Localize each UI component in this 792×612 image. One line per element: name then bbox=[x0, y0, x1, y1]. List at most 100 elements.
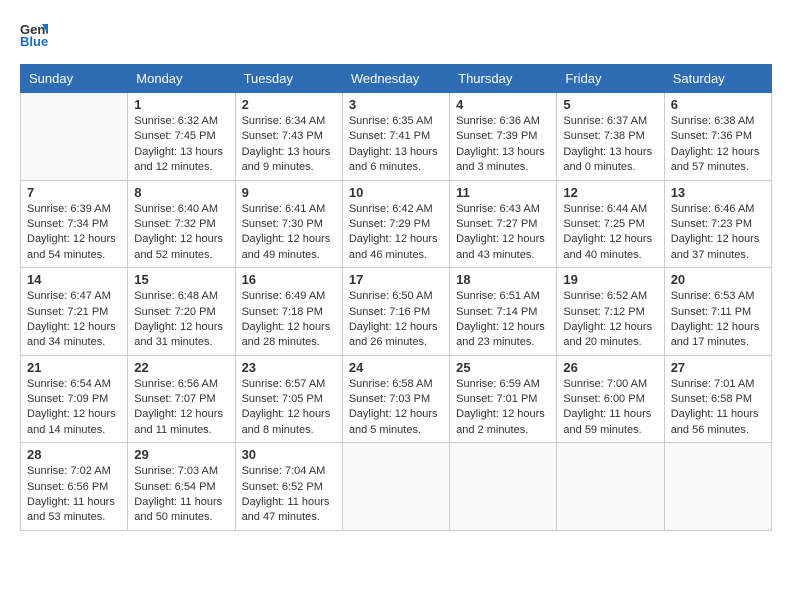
calendar-cell: 11 Sunrise: 6:43 AMSunset: 7:27 PMDayligh… bbox=[450, 180, 557, 268]
day-info: Sunrise: 6:32 AMSunset: 7:45 PMDaylight:… bbox=[134, 114, 228, 176]
day-info: Sunrise: 6:37 AMSunset: 7:38 PMDaylight:… bbox=[563, 114, 657, 176]
day-info: Sunrise: 6:48 AMSunset: 7:20 PMDaylight:… bbox=[134, 289, 228, 351]
day-info: Sunrise: 6:47 AMSunset: 7:21 PMDaylight:… bbox=[27, 289, 121, 351]
day-info: Sunrise: 6:43 AMSunset: 7:27 PMDaylight:… bbox=[456, 202, 550, 264]
calendar-cell bbox=[342, 443, 449, 531]
day-number: 12 bbox=[563, 185, 657, 200]
calendar-cell: 21 Sunrise: 6:54 AMSunset: 7:09 PMDayligh… bbox=[21, 355, 128, 443]
day-info: Sunrise: 6:57 AMSunset: 7:05 PMDaylight:… bbox=[242, 377, 336, 439]
calendar-cell: 28 Sunrise: 7:02 AMSunset: 6:56 PMDayligh… bbox=[21, 443, 128, 531]
calendar-cell: 12 Sunrise: 6:44 AMSunset: 7:25 PMDayligh… bbox=[557, 180, 664, 268]
day-number: 29 bbox=[134, 447, 228, 462]
day-info: Sunrise: 7:01 AMSunset: 6:58 PMDaylight:… bbox=[671, 377, 765, 439]
day-info: Sunrise: 6:53 AMSunset: 7:11 PMDaylight:… bbox=[671, 289, 765, 351]
day-info: Sunrise: 6:44 AMSunset: 7:25 PMDaylight:… bbox=[563, 202, 657, 264]
calendar-cell: 3 Sunrise: 6:35 AMSunset: 7:41 PMDaylight… bbox=[342, 93, 449, 181]
calendar-cell: 18 Sunrise: 6:51 AMSunset: 7:14 PMDayligh… bbox=[450, 268, 557, 356]
calendar-week-3: 14 Sunrise: 6:47 AMSunset: 7:21 PMDayligh… bbox=[21, 268, 772, 356]
calendar-cell: 5 Sunrise: 6:37 AMSunset: 7:38 PMDaylight… bbox=[557, 93, 664, 181]
calendar-cell: 16Sunrise: 6:49 AMSunset: 7:18 PMDayligh… bbox=[235, 268, 342, 356]
day-info: Sunrise: 6:35 AMSunset: 7:41 PMDaylight:… bbox=[349, 114, 443, 176]
day-number: 19 bbox=[563, 272, 657, 287]
day-number: 14 bbox=[27, 272, 121, 287]
day-info: Sunrise: 6:39 AMSunset: 7:34 PMDaylight:… bbox=[27, 202, 121, 264]
day-number: 15 bbox=[134, 272, 228, 287]
calendar-cell bbox=[664, 443, 771, 531]
calendar-cell: 8Sunrise: 6:40 AMSunset: 7:32 PMDaylight… bbox=[128, 180, 235, 268]
day-number: 4 bbox=[456, 97, 550, 112]
calendar-cell: 30 Sunrise: 7:04 AMSunset: 6:52 PMDayligh… bbox=[235, 443, 342, 531]
day-info: Sunrise: 6:52 AMSunset: 7:12 PMDaylight:… bbox=[563, 289, 657, 351]
calendar-cell: 10 Sunrise: 6:42 AMSunset: 7:29 PMDayligh… bbox=[342, 180, 449, 268]
day-number: 28 bbox=[27, 447, 121, 462]
weekday-header-thursday: Thursday bbox=[450, 65, 557, 93]
day-number: 7 bbox=[27, 185, 121, 200]
day-number: 24 bbox=[349, 360, 443, 375]
calendar-cell: 9 Sunrise: 6:41 AMSunset: 7:30 PMDaylight… bbox=[235, 180, 342, 268]
calendar-cell: 15 Sunrise: 6:48 AMSunset: 7:20 PMDayligh… bbox=[128, 268, 235, 356]
day-number: 3 bbox=[349, 97, 443, 112]
day-info: Sunrise: 7:03 AMSunset: 6:54 PMDaylight:… bbox=[134, 464, 228, 526]
day-info: Sunrise: 7:04 AMSunset: 6:52 PMDaylight:… bbox=[242, 464, 336, 526]
day-info: Sunrise: 6:36 AMSunset: 7:39 PMDaylight:… bbox=[456, 114, 550, 176]
calendar-cell: 2 Sunrise: 6:34 AMSunset: 7:43 PMDaylight… bbox=[235, 93, 342, 181]
day-info: Sunrise: 6:50 AMSunset: 7:16 PMDaylight:… bbox=[349, 289, 443, 351]
logo: General Blue bbox=[20, 20, 52, 48]
calendar-cell: 24 Sunrise: 6:58 AMSunset: 7:03 PMDayligh… bbox=[342, 355, 449, 443]
calendar-cell: 19 Sunrise: 6:52 AMSunset: 7:12 PMDayligh… bbox=[557, 268, 664, 356]
day-number: 20 bbox=[671, 272, 765, 287]
day-number: 1 bbox=[134, 97, 228, 112]
day-info: Sunrise: 6:51 AMSunset: 7:14 PMDaylight:… bbox=[456, 289, 550, 351]
calendar-cell: 7 Sunrise: 6:39 AMSunset: 7:34 PMDaylight… bbox=[21, 180, 128, 268]
day-number: 23 bbox=[242, 360, 336, 375]
calendar-cell: 17 Sunrise: 6:50 AMSunset: 7:16 PMDayligh… bbox=[342, 268, 449, 356]
day-number: 22 bbox=[134, 360, 228, 375]
logo-icon: General Blue bbox=[20, 20, 48, 48]
weekday-header-wednesday: Wednesday bbox=[342, 65, 449, 93]
day-info: Sunrise: 6:46 AMSunset: 7:23 PMDaylight:… bbox=[671, 202, 765, 264]
calendar-cell: 22Sunrise: 6:56 AMSunset: 7:07 PMDayligh… bbox=[128, 355, 235, 443]
calendar-cell: 25 Sunrise: 6:59 AMSunset: 7:01 PMDayligh… bbox=[450, 355, 557, 443]
day-info: Sunrise: 6:59 AMSunset: 7:01 PMDaylight:… bbox=[456, 377, 550, 439]
day-info: Sunrise: 7:02 AMSunset: 6:56 PMDaylight:… bbox=[27, 464, 121, 526]
calendar-cell: 23 Sunrise: 6:57 AMSunset: 7:05 PMDayligh… bbox=[235, 355, 342, 443]
day-number: 25 bbox=[456, 360, 550, 375]
calendar-cell: 20 Sunrise: 6:53 AMSunset: 7:11 PMDayligh… bbox=[664, 268, 771, 356]
weekday-header-saturday: Saturday bbox=[664, 65, 771, 93]
day-info: Sunrise: 6:34 AMSunset: 7:43 PMDaylight:… bbox=[242, 114, 336, 176]
day-number: 11 bbox=[456, 185, 550, 200]
calendar-cell: 1 Sunrise: 6:32 AMSunset: 7:45 PMDaylight… bbox=[128, 93, 235, 181]
day-number: 18 bbox=[456, 272, 550, 287]
day-number: 26 bbox=[563, 360, 657, 375]
weekday-header-monday: Monday bbox=[128, 65, 235, 93]
day-number: 5 bbox=[563, 97, 657, 112]
day-info: Sunrise: 6:41 AMSunset: 7:30 PMDaylight:… bbox=[242, 202, 336, 264]
calendar-cell bbox=[450, 443, 557, 531]
day-info: Sunrise: 6:58 AMSunset: 7:03 PMDaylight:… bbox=[349, 377, 443, 439]
day-number: 17 bbox=[349, 272, 443, 287]
day-number: 2 bbox=[242, 97, 336, 112]
calendar-cell bbox=[21, 93, 128, 181]
day-info: Sunrise: 6:54 AMSunset: 7:09 PMDaylight:… bbox=[27, 377, 121, 439]
calendar-header-row: SundayMondayTuesdayWednesdayThursdayFrid… bbox=[21, 65, 772, 93]
calendar-week-2: 7 Sunrise: 6:39 AMSunset: 7:34 PMDaylight… bbox=[21, 180, 772, 268]
calendar-cell: 26 Sunrise: 7:00 AMSunset: 6:00 PMDayligh… bbox=[557, 355, 664, 443]
calendar-cell: 13Sunrise: 6:46 AMSunset: 7:23 PMDayligh… bbox=[664, 180, 771, 268]
day-info: Sunrise: 6:42 AMSunset: 7:29 PMDaylight:… bbox=[349, 202, 443, 264]
svg-text:Blue: Blue bbox=[20, 34, 48, 48]
day-number: 10 bbox=[349, 185, 443, 200]
day-number: 6 bbox=[671, 97, 765, 112]
calendar-body: 1 Sunrise: 6:32 AMSunset: 7:45 PMDaylight… bbox=[21, 93, 772, 531]
day-info: Sunrise: 6:40 AMSunset: 7:32 PMDaylight:… bbox=[134, 202, 228, 264]
day-number: 16 bbox=[242, 272, 336, 287]
day-number: 21 bbox=[27, 360, 121, 375]
calendar-cell bbox=[557, 443, 664, 531]
day-number: 27 bbox=[671, 360, 765, 375]
day-info: Sunrise: 7:00 AMSunset: 6:00 PMDaylight:… bbox=[563, 377, 657, 439]
weekday-header-friday: Friday bbox=[557, 65, 664, 93]
weekday-header-tuesday: Tuesday bbox=[235, 65, 342, 93]
calendar-cell: 6Sunrise: 6:38 AMSunset: 7:36 PMDaylight… bbox=[664, 93, 771, 181]
day-number: 30 bbox=[242, 447, 336, 462]
weekday-header-sunday: Sunday bbox=[21, 65, 128, 93]
day-number: 9 bbox=[242, 185, 336, 200]
